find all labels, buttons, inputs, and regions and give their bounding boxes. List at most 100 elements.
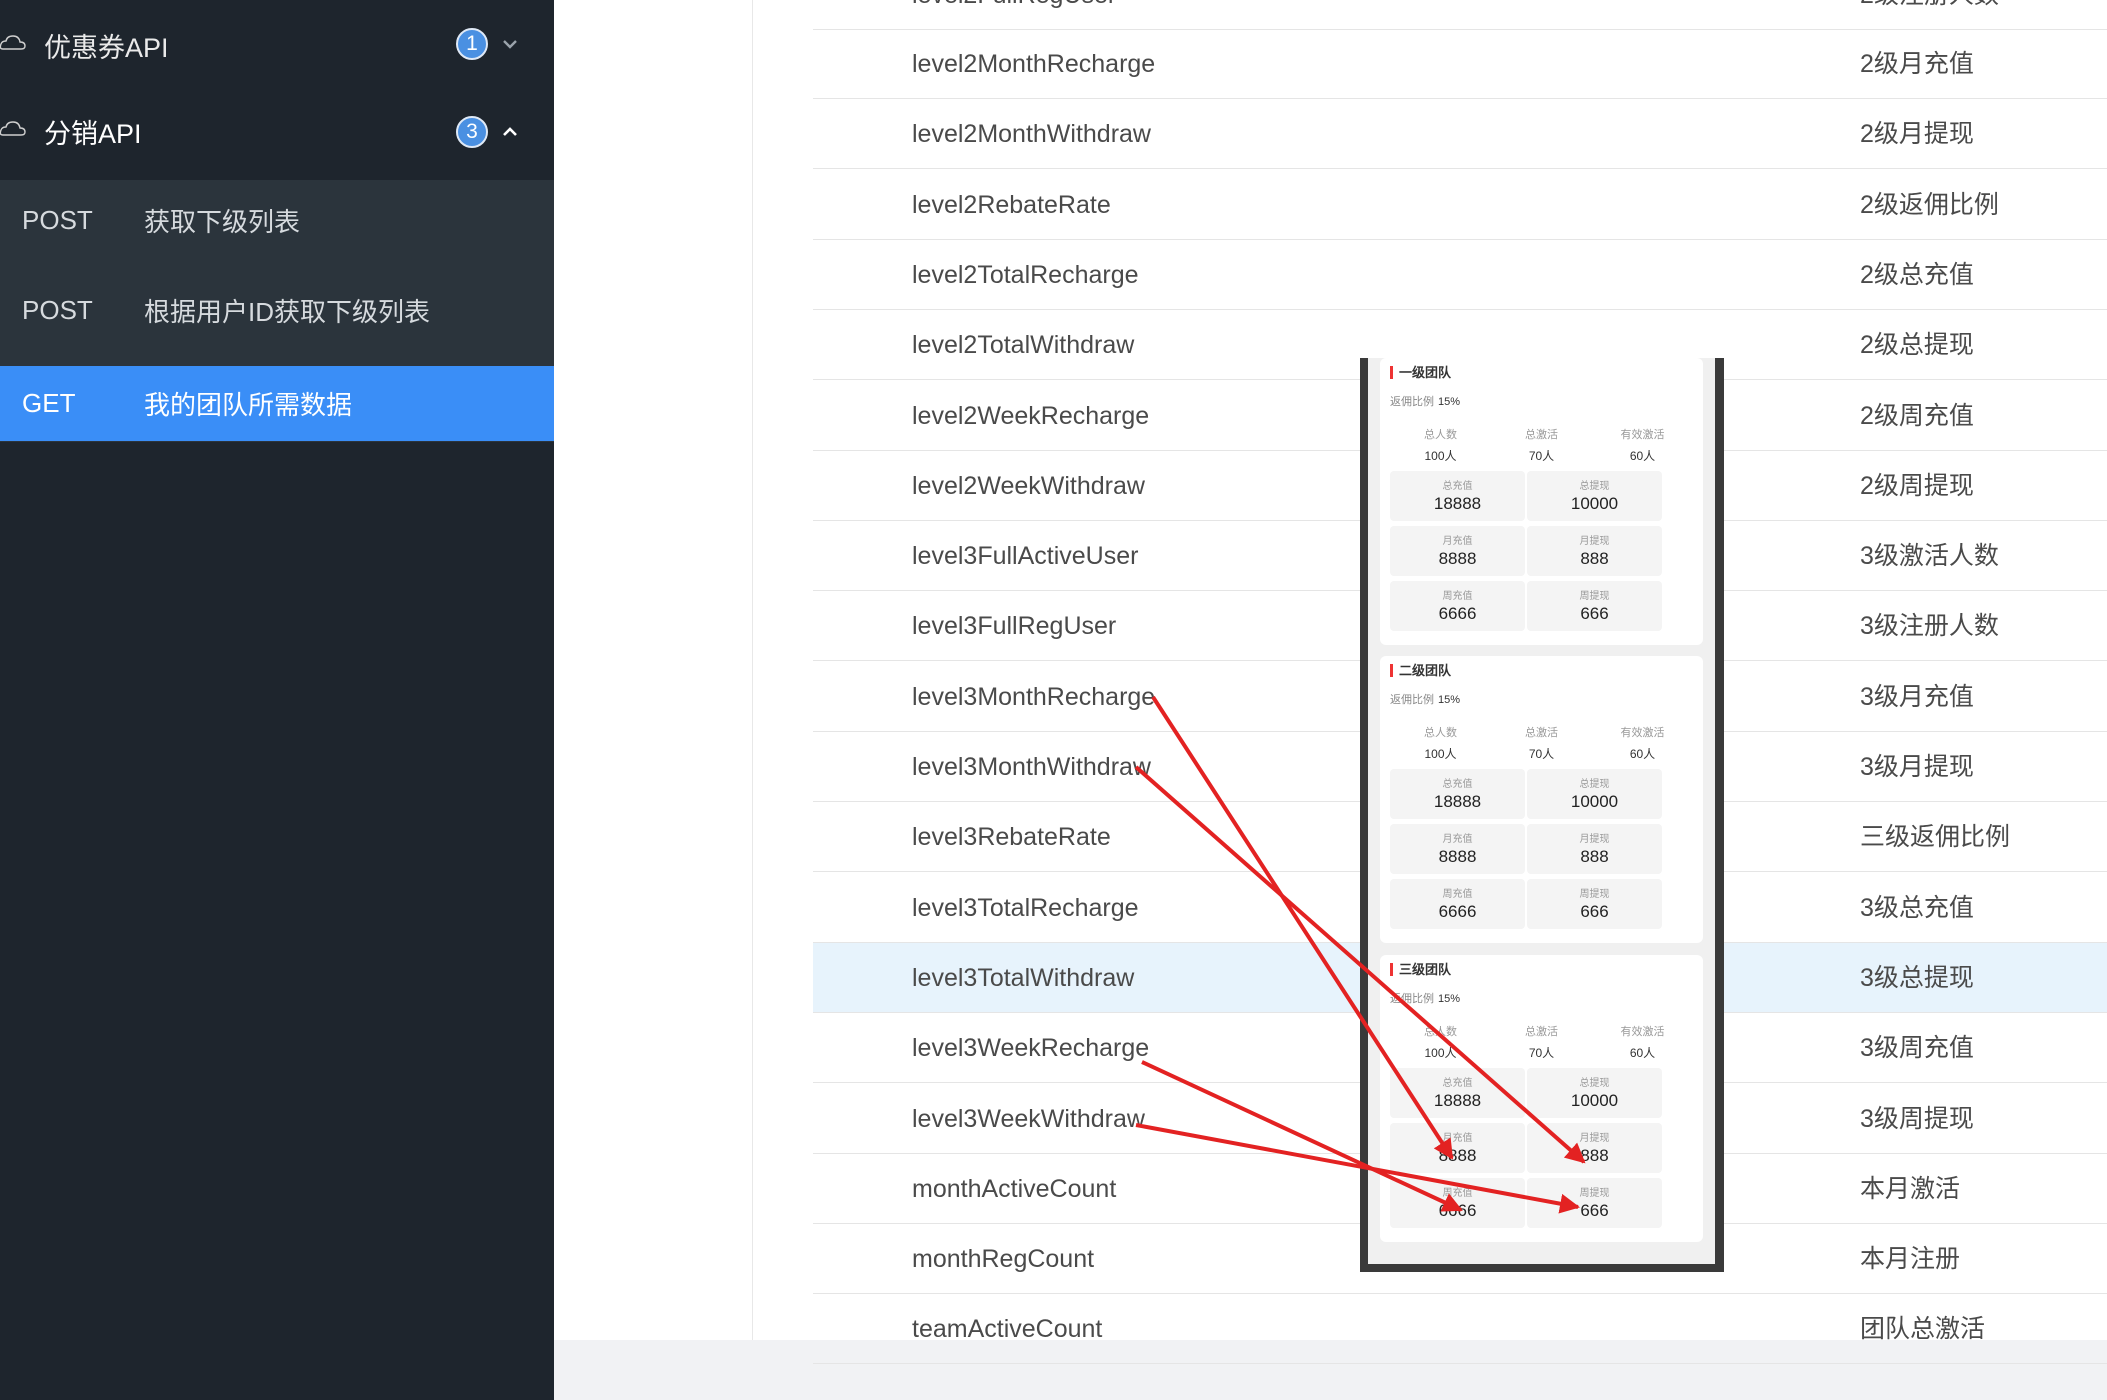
stat-label: 有效激活 <box>1620 1026 1665 1038</box>
amount-box: 总充值 18888 <box>1390 769 1525 819</box>
stat-value: 70人 <box>1528 1046 1555 1060</box>
amount-label: 月提现 <box>1579 1133 1610 1144</box>
field-name: level3FullRegUser <box>912 612 1117 641</box>
stat-label: 总激活 <box>1525 727 1558 739</box>
stat-value: 60人 <box>1629 747 1656 761</box>
amount-box: 总提现 10000 <box>1527 1068 1662 1118</box>
rebate-rate-label: 返佣比例 <box>1390 396 1434 408</box>
field-description: 2级总充值 <box>1860 260 1974 289</box>
api-list: POST 获取下级列表 POST 根据用户ID获取下级列表 GET 我的团队所需… <box>0 180 554 442</box>
stat-label: 总激活 <box>1525 1026 1558 1038</box>
field-name: level3RebateRate <box>912 823 1111 852</box>
field-description: 3级月提现 <box>1860 753 1974 781</box>
field-description: 2级月充值 <box>1860 50 1974 78</box>
amount-value: 8888 <box>1438 549 1477 568</box>
amount-label: 周充值 <box>1442 591 1473 602</box>
table-row: teamActiveCount 团队总激活 <box>813 1294 2107 1365</box>
amount-box: 月充值 8888 <box>1390 526 1525 576</box>
field-name: monthActiveCount <box>912 1174 1117 1203</box>
field-name: level3WeekWithdraw <box>912 1104 1145 1133</box>
api-item-get-subordinates[interactable]: POST 获取下级列表 <box>0 183 554 258</box>
api-group-coupon[interactable]: 优惠券API 1 <box>0 0 554 90</box>
stat-value: 100人 <box>1424 449 1457 463</box>
field-name: level2WeekWithdraw <box>912 471 1145 500</box>
amount-box: 总提现 10000 <box>1527 769 1662 819</box>
amount-box: 月提现 888 <box>1527 824 1662 874</box>
amount-value: 888 <box>1580 847 1609 866</box>
stat-label: 有效激活 <box>1620 727 1665 739</box>
http-method: GET <box>22 388 76 418</box>
field-name: level2WeekRecharge <box>912 401 1150 430</box>
team-card-title: 二级团队 <box>1390 664 1451 677</box>
field-description: 三级返佣比例 <box>1860 823 2011 852</box>
amount-label: 月充值 <box>1442 1133 1473 1144</box>
cloud-api-icon <box>0 35 26 50</box>
cloud-api-icon <box>0 121 26 136</box>
field-name: level2TotalWithdraw <box>912 331 1135 360</box>
team-card-title: 三级团队 <box>1390 963 1451 976</box>
api-item-my-team-data[interactable]: GET 我的团队所需数据 <box>0 366 554 441</box>
amount-value: 8888 <box>1438 1146 1477 1165</box>
amount-value: 8888 <box>1438 847 1477 866</box>
api-item-get-subordinates-by-user[interactable]: POST 根据用户ID获取下级列表 <box>0 273 554 348</box>
amount-box: 周充值 6666 <box>1390 581 1525 631</box>
field-name: level3TotalWithdraw <box>912 963 1135 992</box>
amount-value: 666 <box>1580 604 1609 623</box>
stat-item: 有效激活 60人 <box>1592 1023 1693 1061</box>
count-badge: 1 <box>456 28 488 60</box>
phone-screen: 一级团队 返佣比例 15% 总人数 100人 总激活 70人 有效激活 60人 总充值 18888 总… <box>1368 358 1715 1264</box>
rebate-rate-value: 15% <box>1438 993 1461 1005</box>
team-stats: 总人数 100人 总激活 70人 有效激活 60人 <box>1390 426 1693 464</box>
stat-label: 总人数 <box>1424 429 1457 441</box>
stat-value: 60人 <box>1629 1046 1656 1060</box>
amount-label: 总充值 <box>1442 779 1473 790</box>
rebate-rate-value: 15% <box>1438 396 1461 408</box>
api-group-distribution[interactable]: 分销API 3 <box>0 86 554 176</box>
table-row: level2MonthWithdraw 2级月提现 <box>813 99 2107 170</box>
stat-value: 60人 <box>1629 449 1656 463</box>
field-name: level2TotalRecharge <box>912 260 1139 289</box>
divider <box>752 0 753 1340</box>
field-description: 2级月提现 <box>1860 120 1974 149</box>
amount-value: 18888 <box>1433 1091 1482 1110</box>
stat-item: 总人数 100人 <box>1390 426 1491 464</box>
amount-box: 周充值 6666 <box>1390 879 1525 929</box>
field-description: 3级总提现 <box>1860 963 1974 992</box>
chevron-up-icon[interactable] <box>500 122 520 142</box>
amount-value: 888 <box>1580 1146 1609 1165</box>
rebate-rate: 返佣比例 15% <box>1390 691 1460 707</box>
amount-box: 月提现 888 <box>1527 526 1662 576</box>
field-name: teamActiveCount <box>912 1315 1103 1344</box>
stat-label: 总人数 <box>1424 1026 1457 1038</box>
http-method: POST <box>22 205 93 235</box>
field-description: 团队总激活 <box>1860 1315 1986 1344</box>
table-row: level2FullRegUser 2级注册人数 <box>813 0 2107 30</box>
field-description: 3级注册人数 <box>1860 612 1999 641</box>
amount-label: 月提现 <box>1579 536 1610 547</box>
amount-label: 月充值 <box>1442 834 1473 845</box>
amount-box: 周提现 666 <box>1527 1178 1662 1228</box>
field-name: level3WeekRecharge <box>912 1034 1150 1063</box>
field-description: 2级返佣比例 <box>1860 190 1999 219</box>
amount-value: 18888 <box>1433 792 1482 811</box>
api-title: 获取下级列表 <box>144 207 301 237</box>
amount-value: 6666 <box>1438 604 1477 623</box>
team-card: 三级团队 返佣比例 15% 总人数 100人 总激活 70人 有效激活 60人 总充值 18888 总… <box>1380 955 1703 1242</box>
stat-value: 70人 <box>1528 747 1555 761</box>
chevron-down-icon[interactable] <box>500 34 520 54</box>
amount-value: 10000 <box>1570 494 1619 513</box>
amount-box: 周提现 666 <box>1527 581 1662 631</box>
amount-box: 周提现 666 <box>1527 879 1662 929</box>
amount-box: 月充值 8888 <box>1390 824 1525 874</box>
field-description: 2级周提现 <box>1860 471 1974 500</box>
field-name: level3MonthWithdraw <box>912 753 1151 781</box>
amount-label: 总充值 <box>1442 481 1473 492</box>
table-row: level2RebateRate 2级返佣比例 <box>813 170 2107 240</box>
stat-item: 总激活 70人 <box>1491 1023 1592 1061</box>
amount-box: 总充值 18888 <box>1390 1068 1525 1118</box>
rebate-rate-label: 返佣比例 <box>1390 694 1434 706</box>
team-card: 一级团队 返佣比例 15% 总人数 100人 总激活 70人 有效激活 60人 总充值 18888 总… <box>1380 358 1703 645</box>
field-description: 本月注册 <box>1860 1245 1961 1274</box>
field-name: level2MonthRecharge <box>912 50 1156 78</box>
stat-value: 70人 <box>1528 449 1555 463</box>
